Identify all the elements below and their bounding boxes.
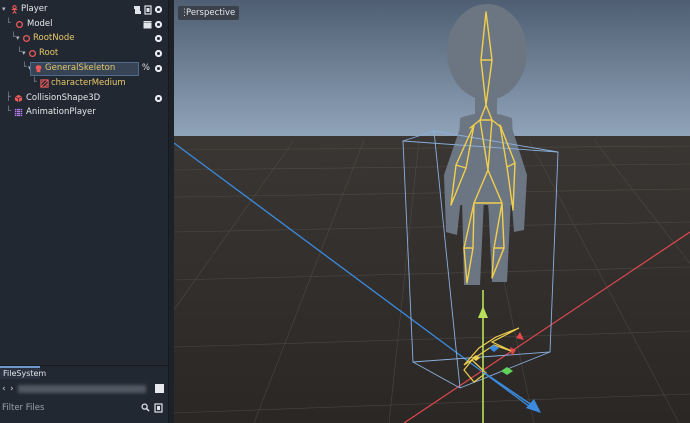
- 3d-viewport[interactable]: ⋮Perspective: [174, 0, 690, 423]
- script-icon[interactable]: [133, 5, 142, 15]
- tree-item-label: Player: [21, 4, 48, 14]
- search-icon[interactable]: [141, 403, 150, 412]
- tree-item-label: Model: [27, 19, 53, 29]
- node3d-icon: [22, 34, 31, 43]
- tree-item-label: RootNode: [33, 33, 75, 43]
- back-arrow-icon[interactable]: ‹: [2, 384, 6, 394]
- tree-guide-line: └: [6, 18, 11, 27]
- tree-item-label: Root: [39, 48, 59, 58]
- character-body-icon: [11, 5, 18, 14]
- tree-item-label: characterMedium: [51, 78, 126, 88]
- collapse-arrow-icon[interactable]: ▾: [2, 5, 6, 13]
- path-field-blurred[interactable]: [18, 385, 146, 393]
- viewport-scene: [174, 0, 690, 423]
- tree-item-label: AnimationPlayer: [26, 107, 96, 117]
- perspective-label: Perspective: [186, 8, 236, 18]
- tree-item-model[interactable]: └ Model: [0, 18, 168, 32]
- perspective-menu-button[interactable]: ⋮Perspective: [178, 6, 240, 20]
- visibility-eye-icon[interactable]: [155, 6, 162, 13]
- visibility-eye-icon[interactable]: [155, 35, 162, 42]
- tree-item-animationplayer[interactable]: └ AnimationPlayer: [0, 106, 168, 120]
- filter-files-input[interactable]: Filter Files: [2, 403, 44, 413]
- tree-item-collisionshape3d[interactable]: ├ CollisionShape3D: [0, 92, 168, 106]
- visibility-eye-icon[interactable]: [155, 95, 162, 102]
- tree-item-charactermedium[interactable]: └ characterMedium: [0, 77, 168, 91]
- scene-panel: ▾ Player └ Model └ ▾ RootNode └ ▾ Root └…: [0, 0, 169, 423]
- collapse-arrow-icon[interactable]: ▾: [16, 34, 20, 42]
- visibility-eye-icon[interactable]: [155, 65, 162, 72]
- scene-tree: ▾ Player └ Model └ ▾ RootNode └ ▾ Root └…: [0, 0, 168, 360]
- tree-guide-line: └: [32, 77, 37, 86]
- tree-item-root[interactable]: └ ▾ Root: [0, 47, 168, 61]
- tree-guide-line: ├: [6, 92, 11, 101]
- tree-item-rootnode[interactable]: └ ▾ RootNode: [0, 32, 168, 46]
- node3d-icon: [28, 49, 37, 58]
- clapperboard-icon[interactable]: [143, 20, 152, 29]
- filesystem-dock-header: FileSystem: [0, 365, 168, 379]
- tree-item-label: GeneralSkeleton: [45, 63, 116, 73]
- tree-item-generalskeleton[interactable]: └ ▾ GeneralSkeleton %: [0, 62, 168, 76]
- collision-shape-icon: [14, 94, 23, 103]
- unique-name-indicator[interactable]: %: [142, 63, 150, 73]
- collapse-arrow-icon[interactable]: ▾: [22, 49, 26, 57]
- tree-item-label: CollisionShape3D: [26, 93, 101, 103]
- ground-plane: [174, 136, 690, 423]
- split-mode-icon[interactable]: [155, 384, 164, 393]
- filter-files-bar: Filter Files: [0, 400, 168, 416]
- skeleton-icon: [35, 65, 42, 73]
- visibility-eye-icon[interactable]: [155, 21, 162, 28]
- animation-player-icon: [14, 108, 23, 117]
- group-icon[interactable]: [144, 5, 152, 15]
- mesh-instance-icon: [40, 79, 49, 88]
- visibility-eye-icon[interactable]: [155, 50, 162, 57]
- sky-background: [174, 0, 690, 136]
- tree-guide-line: └: [22, 62, 27, 71]
- node3d-icon: [15, 20, 24, 29]
- sort-icon[interactable]: [154, 403, 163, 413]
- tree-item-player[interactable]: ▾ Player: [0, 3, 168, 17]
- tab-filesystem[interactable]: FileSystem: [0, 366, 46, 379]
- forward-arrow-icon[interactable]: ›: [10, 384, 14, 394]
- filesystem-path-bar: ‹ ›: [0, 381, 168, 397]
- tree-guide-line: └: [6, 106, 11, 115]
